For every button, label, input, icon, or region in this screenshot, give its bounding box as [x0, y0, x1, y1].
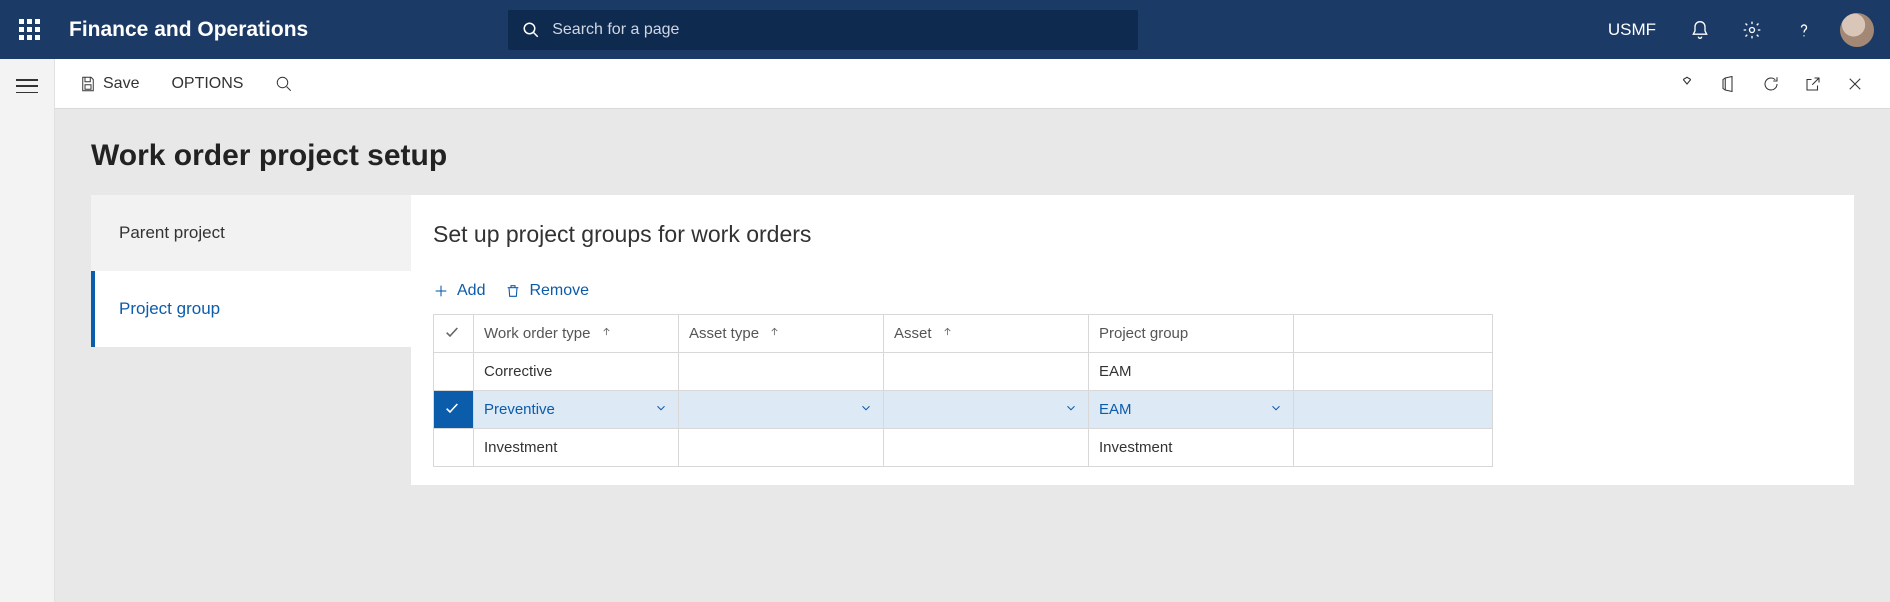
chevron-down-icon[interactable]: [1269, 401, 1283, 419]
cell-asset[interactable]: [884, 353, 1089, 391]
settings-button[interactable]: [1726, 0, 1778, 59]
panel-toolbar: Add Remove: [433, 282, 1832, 300]
vertical-tabs: Parent project Project group: [91, 195, 411, 485]
row-select-cell[interactable]: [434, 429, 474, 467]
header-right: USMF: [1590, 0, 1890, 59]
user-avatar[interactable]: [1840, 13, 1874, 47]
sort-asc-icon: [601, 324, 612, 341]
tab-project-group[interactable]: Project group: [91, 271, 411, 347]
save-icon: [79, 75, 97, 93]
content-column: Save OPTIONS: [55, 59, 1890, 602]
close-icon: [1846, 75, 1864, 93]
cell-work-order-type[interactable]: Investment: [474, 429, 679, 467]
panel-title: Set up project groups for work orders: [433, 221, 1832, 248]
refresh-icon: [1762, 75, 1780, 93]
help-button[interactable]: [1778, 0, 1830, 59]
options-label: OPTIONS: [171, 75, 243, 93]
help-icon: [1794, 20, 1814, 40]
cell-asset-type[interactable]: [679, 429, 884, 467]
global-search[interactable]: [508, 10, 1138, 50]
select-all-header[interactable]: [434, 315, 474, 353]
col-filler: [1294, 315, 1493, 353]
remove-label: Remove: [529, 282, 589, 300]
close-button[interactable]: [1834, 75, 1876, 93]
sort-asc-icon: [769, 324, 780, 341]
checkmark-icon: [444, 327, 460, 344]
cell-asset[interactable]: [884, 429, 1089, 467]
cell-work-order-type[interactable]: Corrective: [474, 353, 679, 391]
options-button[interactable]: OPTIONS: [161, 69, 253, 99]
actionbar-right: [1666, 75, 1876, 93]
col-work-order-type[interactable]: Work order type: [474, 315, 679, 353]
sort-asc-icon: [942, 324, 953, 341]
bell-icon: [1690, 20, 1710, 40]
company-code[interactable]: USMF: [1590, 20, 1674, 40]
search-icon: [522, 21, 540, 39]
cell-project-group[interactable]: EAM: [1089, 391, 1294, 429]
shell: Save OPTIONS: [0, 59, 1890, 602]
trash-icon: [505, 283, 521, 299]
add-label: Add: [457, 282, 485, 300]
tab-label: Parent project: [119, 223, 225, 243]
save-label: Save: [103, 75, 139, 93]
action-bar: Save OPTIONS: [55, 59, 1890, 109]
add-button[interactable]: Add: [433, 282, 485, 300]
global-header: Finance and Operations USMF: [0, 0, 1890, 59]
cell-asset-type[interactable]: [679, 391, 884, 429]
cell-filler: [1294, 353, 1493, 391]
detail-panel: Set up project groups for work orders Ad…: [411, 195, 1854, 485]
chevron-down-icon[interactable]: [859, 401, 873, 419]
chevron-down-icon[interactable]: [654, 401, 668, 419]
cell-filler: [1294, 391, 1493, 429]
popout-icon: [1804, 75, 1822, 93]
refresh-button[interactable]: [1750, 75, 1792, 93]
col-asset-type[interactable]: Asset type: [679, 315, 884, 353]
page-title: Work order project setup: [91, 139, 1854, 173]
nav-toggle-button[interactable]: [16, 79, 38, 93]
nav-rail: [0, 59, 55, 602]
cell-project-group[interactable]: EAM: [1089, 353, 1294, 391]
cell-work-order-type[interactable]: Preventive: [474, 391, 679, 429]
save-button[interactable]: Save: [69, 69, 149, 99]
plus-icon: [433, 283, 449, 299]
cell-asset[interactable]: [884, 391, 1089, 429]
attachments-button[interactable]: [1666, 75, 1708, 93]
gear-icon: [1742, 20, 1762, 40]
row-select-cell[interactable]: [434, 353, 474, 391]
grid-header-row: Work order type Asset type Asset: [434, 315, 1493, 353]
search-input[interactable]: [552, 21, 1124, 39]
office-icon: [1720, 75, 1738, 93]
project-group-grid: Work order type Asset type Asset: [433, 314, 1493, 467]
search-icon: [275, 75, 293, 93]
waffle-icon: [19, 19, 40, 40]
table-row[interactable]: Corrective EAM: [434, 353, 1493, 391]
tab-parent-project[interactable]: Parent project: [91, 195, 411, 271]
app-launcher-button[interactable]: [0, 19, 59, 40]
chevron-down-icon[interactable]: [1064, 401, 1078, 419]
table-row[interactable]: Investment Investment: [434, 429, 1493, 467]
diamond-icon: [1678, 75, 1696, 93]
table-row[interactable]: Preventive: [434, 391, 1493, 429]
notifications-button[interactable]: [1674, 0, 1726, 59]
col-asset[interactable]: Asset: [884, 315, 1089, 353]
app-title: Finance and Operations: [59, 18, 308, 42]
remove-button[interactable]: Remove: [505, 282, 589, 300]
tab-label: Project group: [119, 299, 220, 319]
page-body: Work order project setup Parent project …: [55, 109, 1890, 602]
actionbar-search-button[interactable]: [265, 69, 303, 99]
office-button[interactable]: [1708, 75, 1750, 93]
checkmark-icon: [444, 403, 460, 420]
popout-button[interactable]: [1792, 75, 1834, 93]
col-project-group[interactable]: Project group: [1089, 315, 1294, 353]
work-surface: Parent project Project group Set up proj…: [91, 195, 1854, 485]
row-select-cell[interactable]: [434, 391, 474, 429]
cell-filler: [1294, 429, 1493, 467]
cell-asset-type[interactable]: [679, 353, 884, 391]
cell-project-group[interactable]: Investment: [1089, 429, 1294, 467]
